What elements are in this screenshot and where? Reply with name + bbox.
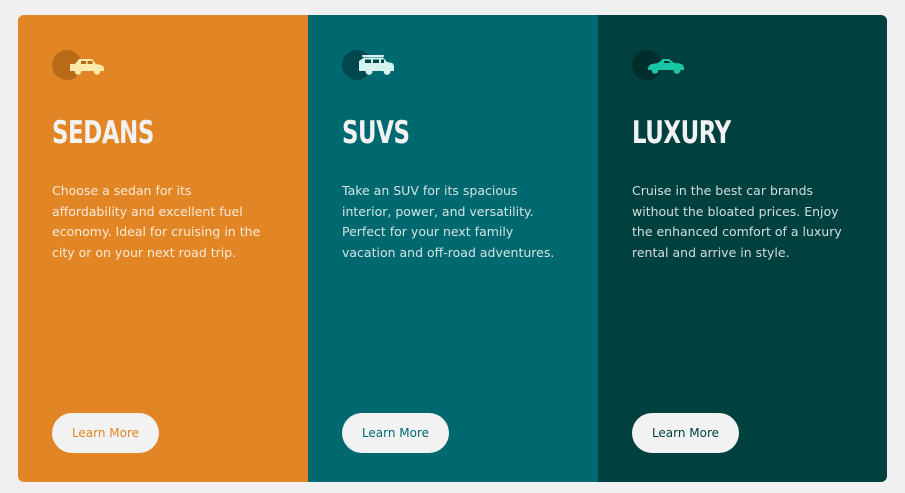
card-suvs: SUVs Take an SUV for its spacious interi…	[308, 15, 598, 482]
card-description: Choose a sedan for its affordability and…	[52, 183, 261, 260]
suv-icon	[342, 50, 402, 82]
card-description: Take an SUV for its spacious interior, p…	[342, 183, 555, 260]
card-title: Luxury	[632, 115, 731, 151]
card-sedans: Sedans Choose a sedan for its affordabil…	[18, 15, 308, 482]
car-category-cards: Sedans Choose a sedan for its affordabil…	[18, 15, 887, 482]
learn-more-luxury-button[interactable]: Learn More	[632, 413, 739, 453]
luxury-car-icon	[632, 50, 692, 82]
learn-more-suvs-button[interactable]: Learn More	[342, 413, 449, 453]
sedan-icon	[52, 50, 112, 82]
card-description: Cruise in the best car brands without th…	[632, 183, 842, 260]
card-title: Sedans	[52, 115, 154, 151]
card-title: SUVs	[342, 115, 410, 151]
card-luxury: Luxury Cruise in the best car brands wit…	[598, 15, 887, 482]
learn-more-sedans-button[interactable]: Learn More	[52, 413, 159, 453]
